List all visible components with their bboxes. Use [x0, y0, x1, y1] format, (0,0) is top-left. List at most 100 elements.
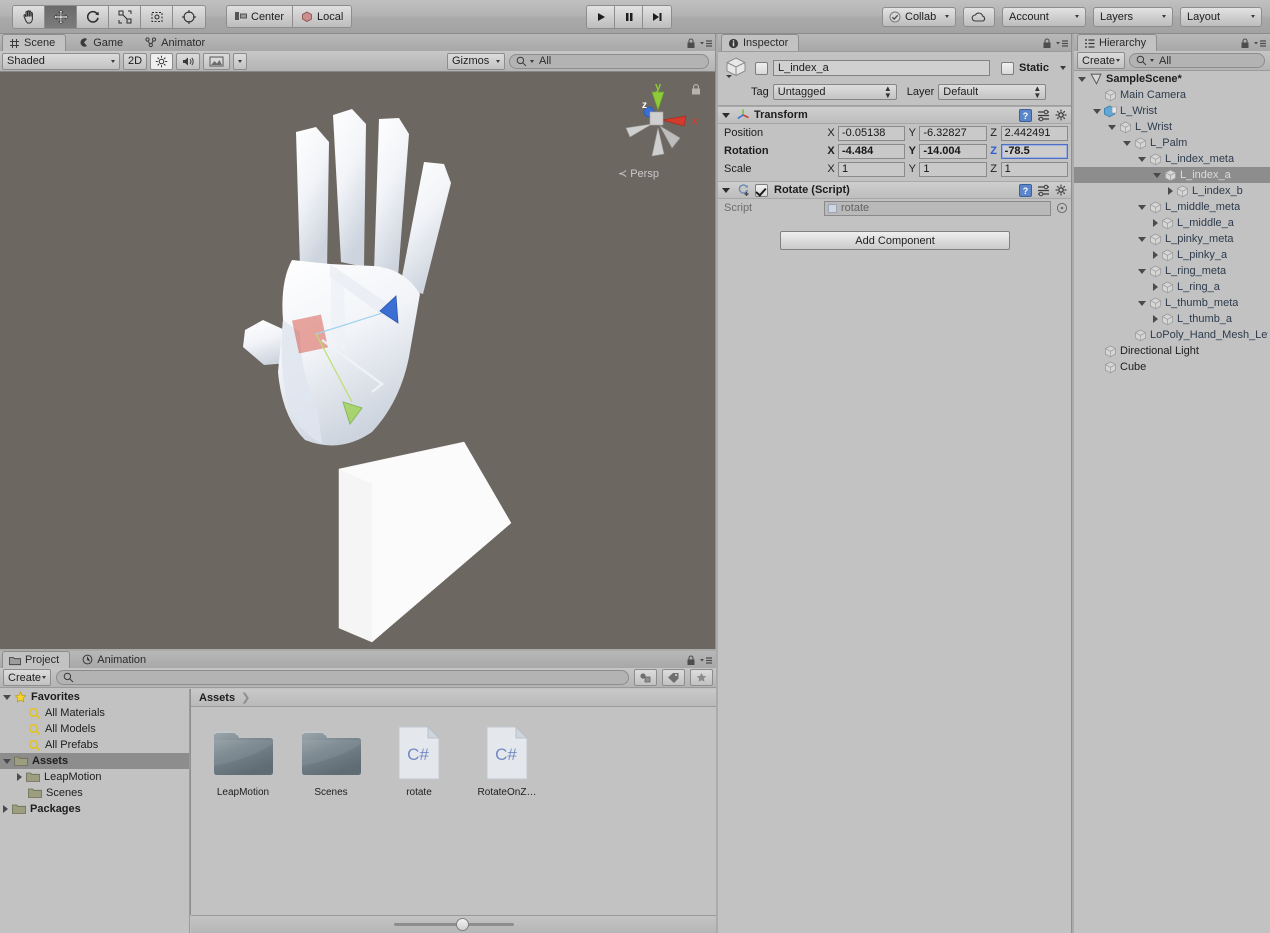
scene-search-input[interactable]: All — [509, 53, 709, 69]
twirl-open-icon[interactable] — [1093, 108, 1101, 114]
transform-tool-button[interactable] — [173, 5, 205, 28]
twirl-open-icon[interactable] — [1138, 300, 1146, 306]
twirl-closed-icon[interactable] — [1153, 315, 1158, 323]
hierarchy-item-cube[interactable]: Cube — [1074, 359, 1270, 375]
layout-button[interactable]: Layout — [1180, 6, 1262, 27]
hierarchy-search-input[interactable]: All — [1129, 53, 1265, 68]
rotate-script-foldout-icon[interactable] — [722, 187, 730, 193]
hierarchy-item-l-pinky-a[interactable]: L_pinky_a — [1074, 247, 1270, 263]
rect-tool-button[interactable] — [141, 5, 173, 28]
twirl-open-icon[interactable] — [3, 758, 11, 764]
project-tree-item-leapmotion[interactable]: LeapMotion — [0, 769, 189, 785]
project-tree-item-assets[interactable]: Assets — [0, 753, 189, 769]
hierarchy-item-lopoly-hand-mesh-lef[interactable]: LoPoly_Hand_Mesh_Lef — [1074, 327, 1270, 343]
gizmo-lock-icon[interactable] — [690, 83, 702, 96]
preset-icon[interactable] — [1037, 184, 1050, 197]
tab-inspector[interactable]: Inspector — [721, 34, 800, 51]
hierarchy-item-l-pinky-meta[interactable]: L_pinky_meta — [1074, 231, 1270, 247]
twirl-closed-icon[interactable] — [17, 773, 22, 781]
twirl-open-icon[interactable] — [1123, 140, 1131, 146]
step-button[interactable] — [643, 5, 671, 28]
rotate-script-enabled-checkbox[interactable] — [755, 183, 768, 197]
play-button[interactable] — [587, 5, 615, 28]
static-checkbox[interactable] — [1001, 61, 1014, 75]
scale-x-input[interactable]: 1 — [838, 161, 906, 177]
panel-menu-icon[interactable] — [699, 655, 713, 666]
scale-z-input[interactable]: 1 — [1000, 161, 1068, 177]
twirl-closed-icon[interactable] — [1153, 283, 1158, 291]
scene-view-gizmo[interactable]: y x z ≺ Persp — [614, 76, 698, 186]
layers-button[interactable]: Layers — [1093, 6, 1173, 27]
gizmos-dropdown[interactable]: Gizmos — [447, 52, 505, 70]
cloud-button[interactable] — [963, 6, 995, 27]
twirl-closed-icon[interactable] — [1153, 251, 1158, 259]
twirl-closed-icon[interactable] — [1168, 187, 1173, 195]
help-icon[interactable]: ? — [1019, 108, 1032, 122]
project-tree-item-all-materials[interactable]: All Materials — [0, 705, 189, 721]
tag-dropdown[interactable]: Untagged ▲ ▼ — [772, 84, 897, 100]
static-chevron-down-icon[interactable] — [1060, 66, 1066, 70]
twirl-open-icon[interactable] — [1138, 236, 1146, 242]
project-panes-divider[interactable] — [190, 689, 191, 915]
panel-menu-icon[interactable] — [699, 38, 713, 49]
scale-y-input[interactable]: 1 — [919, 161, 987, 177]
position-z-input[interactable]: 2.442491 — [1000, 125, 1068, 141]
asset-item-leapmotion[interactable]: LeapMotion — [205, 725, 281, 798]
hierarchy-item-l-index-b[interactable]: L_index_b — [1074, 183, 1270, 199]
help-icon[interactable]: ? — [1019, 183, 1032, 197]
twirl-open-icon[interactable] — [1078, 76, 1086, 82]
position-x-input[interactable]: -0.05138 — [838, 125, 906, 141]
toggle-2d-button[interactable]: 2D — [123, 52, 148, 70]
project-filter-label-button[interactable] — [662, 669, 685, 686]
lock-icon[interactable] — [1042, 38, 1052, 49]
hierarchy-item-l-index-meta[interactable]: L_index_meta — [1074, 151, 1270, 167]
asset-zoom-slider[interactable] — [393, 918, 514, 931]
project-tree-item-all-prefabs[interactable]: All Prefabs — [0, 737, 189, 753]
scale-tool-button[interactable] — [109, 5, 141, 28]
panel-menu-icon[interactable] — [1253, 38, 1267, 49]
move-tool-button[interactable] — [45, 5, 77, 28]
twirl-open-icon[interactable] — [1138, 268, 1146, 274]
asset-zoom-knob[interactable] — [455, 918, 469, 931]
coordinate-space-button[interactable]: Local — [293, 6, 352, 27]
hierarchy-item-l-thumb-meta[interactable]: L_thumb_meta — [1074, 295, 1270, 311]
project-filter-favorite-button[interactable] — [690, 669, 713, 686]
pivot-mode-button[interactable]: Center — [227, 6, 294, 27]
hierarchy-item-l-index-a[interactable]: L_index_a — [1074, 167, 1270, 183]
project-tree-item-favorites[interactable]: Favorites — [0, 689, 189, 705]
preset-icon[interactable] — [1037, 109, 1050, 122]
tab-animation[interactable]: Animation — [76, 651, 156, 668]
hierarchy-item-main-camera[interactable]: Main Camera — [1074, 87, 1270, 103]
object-picker-icon[interactable] — [1056, 202, 1068, 214]
asset-item-rotate[interactable]: C# rotate — [381, 725, 457, 798]
scene-audio-button[interactable] — [176, 52, 201, 70]
lock-icon[interactable] — [686, 38, 696, 49]
twirl-open-icon[interactable] — [1138, 156, 1146, 162]
rotation-y-input[interactable]: -14.004 — [919, 143, 987, 159]
layer-dropdown[interactable]: Default ▲ ▼ — [938, 84, 1047, 100]
twirl-open-icon[interactable] — [1153, 172, 1161, 178]
rotate-tool-button[interactable] — [77, 5, 109, 28]
gameobject-active-checkbox[interactable] — [755, 61, 768, 75]
pause-button[interactable] — [615, 5, 643, 28]
hierarchy-item-l-wrist[interactable]: L_Wrist — [1074, 103, 1270, 119]
twirl-open-icon[interactable] — [1138, 204, 1146, 210]
hierarchy-item-l-ring-a[interactable]: L_ring_a — [1074, 279, 1270, 295]
scene-inspector-divider[interactable] — [715, 34, 716, 649]
lock-icon[interactable] — [1240, 38, 1250, 49]
tab-game[interactable]: Game — [72, 34, 133, 51]
tab-hierarchy[interactable]: Hierarchy — [1077, 34, 1158, 51]
add-component-button[interactable]: Add Component — [780, 231, 1010, 250]
asset-item-rotateonz-[interactable]: C# RotateOnZ… — [469, 725, 545, 798]
gear-icon[interactable] — [1055, 109, 1068, 122]
script-object-field[interactable]: rotate — [824, 200, 1051, 216]
hierarchy-item-l-wrist[interactable]: L_Wrist — [1074, 119, 1270, 135]
scene-projection-label[interactable]: ≺ Persp — [618, 167, 659, 181]
scene-lighting-button[interactable] — [150, 52, 174, 70]
project-tree-item-scenes[interactable]: Scenes — [0, 785, 189, 801]
project-search-input[interactable] — [56, 670, 629, 685]
rotate-script-component-header[interactable]: Rotate (Script) ? — [718, 181, 1072, 199]
tab-project[interactable]: Project — [2, 651, 71, 668]
hand-tool-button[interactable] — [13, 5, 45, 28]
scene-fx-dropdown[interactable] — [233, 52, 248, 70]
